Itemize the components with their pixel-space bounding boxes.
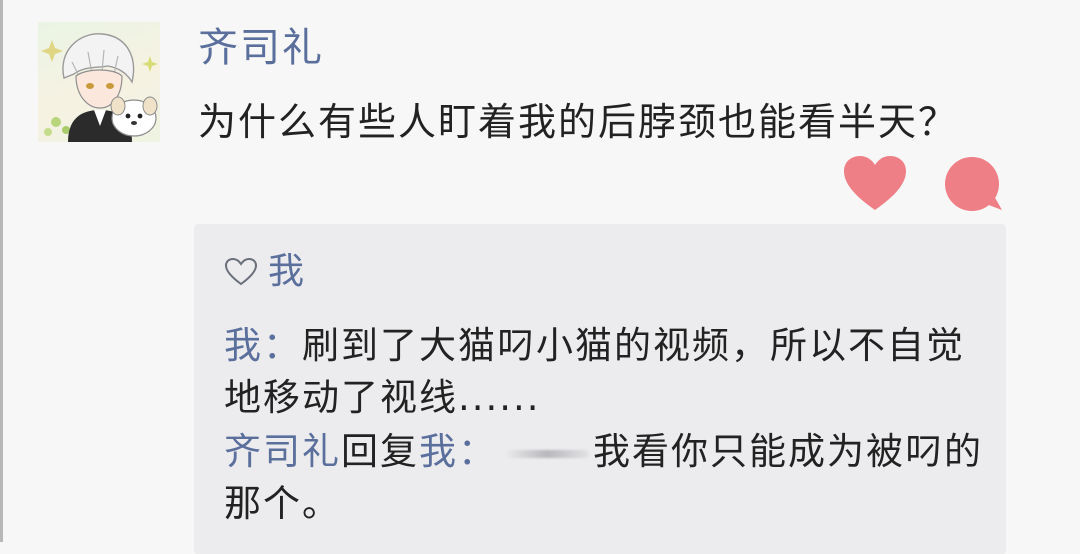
avatar-illustration bbox=[41, 33, 158, 142]
blurred-sticker bbox=[505, 449, 589, 458]
author-name[interactable]: 齐司礼 bbox=[198, 22, 324, 74]
comment-button[interactable] bbox=[942, 156, 1004, 214]
commenter-name[interactable]: 我 bbox=[224, 324, 263, 367]
commenter-name[interactable]: 齐司礼 bbox=[224, 430, 341, 473]
post-text: 为什么有些人盯着我的后脖颈也能看半天？ bbox=[198, 100, 959, 144]
comment-separator: ： bbox=[458, 430, 497, 473]
heart-icon bbox=[844, 156, 906, 210]
interaction-panel: 我 我：刷到了大猫叼小猫的视频，所以不自觉地移动了视线...... 齐司礼回复我… bbox=[194, 224, 1006, 554]
avatar[interactable] bbox=[38, 22, 160, 142]
likes-row: 我 bbox=[224, 248, 304, 296]
comment-text: 刷到了大猫叼小猫的视频，所以不自觉地移动了视线...... bbox=[224, 324, 965, 419]
like-button[interactable] bbox=[842, 154, 908, 214]
heart-outline-icon bbox=[224, 257, 258, 286]
reply-word: 回复 bbox=[341, 430, 419, 473]
reply-target-name[interactable]: 我 bbox=[419, 430, 458, 473]
moment-post: 齐司礼 为什么有些人盯着我的后脖颈也能看半天？ 我 我：刷到了大猫叼小猫的视频，… bbox=[0, 0, 1080, 554]
comment-item[interactable]: 我：刷到了大猫叼小猫的视频，所以不自觉地移动了视线...... bbox=[224, 320, 994, 424]
comment-item[interactable]: 齐司礼回复我： 我看你只能成为被叼的那个。 bbox=[224, 426, 994, 530]
liker-name[interactable]: 我 bbox=[268, 248, 304, 296]
comment-bubble-icon bbox=[945, 157, 1002, 211]
comment-separator: ： bbox=[263, 324, 302, 367]
left-divider bbox=[0, 0, 3, 542]
